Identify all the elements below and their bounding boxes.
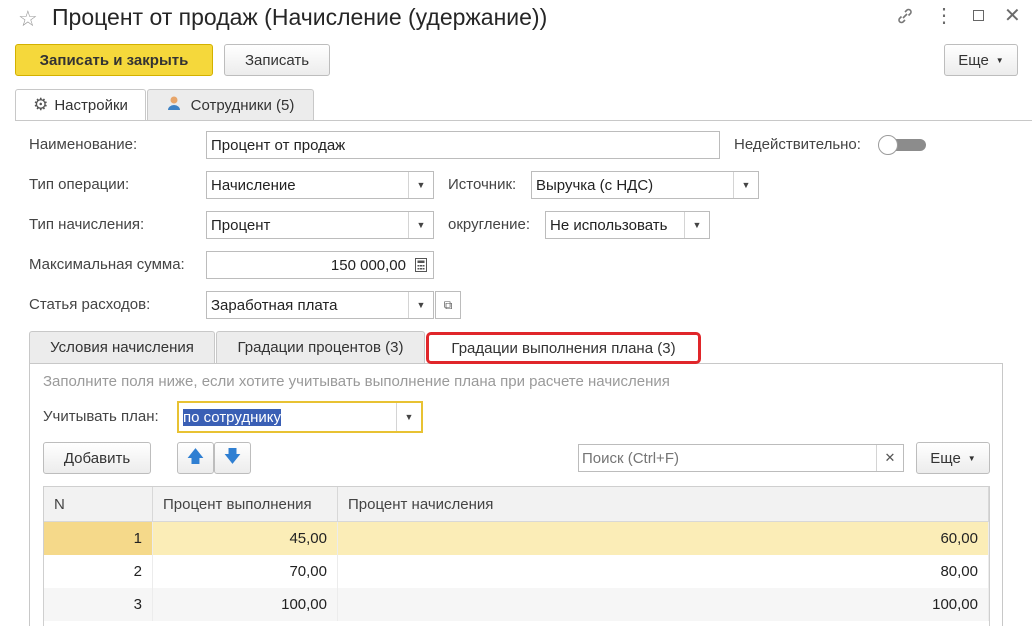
dropdown-arrow-icon[interactable]: ▼ — [396, 403, 421, 431]
max-sum-label: Максимальная сумма: — [29, 256, 185, 273]
expense-select[interactable]: Заработная плата ▼ — [206, 291, 434, 319]
toggle-knob — [878, 135, 898, 155]
more-button[interactable]: Еще ▼ — [944, 44, 1018, 76]
completion-cell[interactable]: 100,00 — [152, 588, 338, 621]
main-tabs-line — [15, 120, 1032, 121]
tab-conditions[interactable]: Условия начисления — [29, 331, 215, 363]
source-value: Выручка (с НДС) — [536, 176, 654, 194]
more-icon[interactable]: ⋮ — [934, 3, 954, 28]
tab-employees[interactable]: Сотрудники (5) — [147, 89, 314, 120]
open-icon[interactable]: ⧉ — [435, 291, 461, 319]
add-button[interactable]: Добавить — [43, 442, 151, 474]
clear-icon[interactable]: ✕ — [876, 445, 903, 471]
dropdown-arrow-icon[interactable]: ▼ — [684, 212, 709, 238]
chevron-down-icon: ▼ — [967, 453, 976, 463]
op-type-label: Тип операции: — [29, 176, 130, 193]
tab-percent-grades[interactable]: Градации процентов (3) — [216, 331, 425, 363]
completion-cell[interactable]: 70,00 — [152, 555, 338, 588]
person-icon — [167, 95, 181, 115]
name-field[interactable]: Процент от продаж — [206, 131, 720, 159]
name-value: Процент от продаж — [211, 136, 346, 154]
rounding-value: Не использовать — [550, 216, 668, 234]
arrow-down-icon: 🡇 — [223, 446, 242, 466]
table-more-button[interactable]: Еще ▼ — [916, 442, 990, 474]
tab-plan-grades[interactable]: Градации выполнения плана (3) — [426, 332, 701, 364]
maximize-icon[interactable] — [973, 10, 984, 21]
row-number: 3 — [44, 588, 153, 621]
accrual-cell[interactable]: 60,00 — [337, 521, 989, 555]
completion-cell[interactable]: 45,00 — [152, 521, 338, 555]
table-more-label: Еще — [930, 449, 961, 467]
chevron-down-icon: ▼ — [995, 55, 1004, 65]
dropdown-arrow-icon[interactable]: ▼ — [733, 172, 758, 198]
tab-settings[interactable]: ⚙ Настройки — [15, 89, 146, 120]
max-sum-field[interactable]: 150 000,00 — [206, 251, 434, 279]
row-number: 1 — [44, 521, 153, 555]
accrual-cell[interactable]: 100,00 — [337, 588, 989, 621]
more-button-label: Еще — [958, 51, 989, 69]
search-input[interactable]: ✕ — [578, 444, 904, 472]
gear-icon: ⚙ — [33, 95, 49, 114]
accrual-cell[interactable]: 80,00 — [337, 555, 989, 588]
move-up-button[interactable]: 🡅 — [177, 442, 214, 474]
invalid-toggle[interactable] — [878, 135, 928, 155]
source-label: Источник: — [448, 176, 517, 193]
dropdown-arrow-icon[interactable]: ▼ — [408, 212, 433, 238]
tab-employees-label: Сотрудники (5) — [190, 96, 295, 114]
tab-settings-label: Настройки — [54, 96, 128, 114]
consider-plan-select[interactable]: по сотруднику ▼ — [177, 401, 423, 433]
table-header: N Процент выполнения Процент начисления — [44, 487, 989, 522]
search-input-box[interactable] — [579, 448, 876, 468]
charge-type-value: Процент — [211, 216, 271, 234]
window-title: Процент от продаж (Начисление (удержание… — [52, 4, 548, 30]
column-header-accrual[interactable]: Процент начисления — [337, 487, 989, 522]
dropdown-arrow-icon[interactable]: ▼ — [408, 172, 433, 198]
expense-value: Заработная плата — [211, 296, 338, 314]
expense-label: Статья расходов: — [29, 296, 151, 313]
move-down-button[interactable]: 🡇 — [214, 442, 251, 474]
table-row[interactable]: 2 70,00 80,00 — [44, 555, 989, 588]
link-icon[interactable] — [895, 6, 915, 31]
rounding-label: округление: — [448, 216, 530, 233]
close-icon[interactable]: ✕ — [1004, 3, 1021, 28]
op-type-value: Начисление — [211, 176, 296, 194]
op-type-select[interactable]: Начисление ▼ — [206, 171, 434, 199]
max-sum-value: 150 000,00 — [330, 256, 406, 274]
dropdown-arrow-icon[interactable]: ▼ — [408, 292, 433, 318]
charge-type-label: Тип начисления: — [29, 216, 145, 233]
save-button[interactable]: Записать — [224, 44, 330, 76]
table-row[interactable]: 3 100,00 100,00 — [44, 588, 989, 621]
consider-plan-value: по сотруднику — [183, 408, 282, 426]
grades-table: N Процент выполнения Процент начисления … — [43, 486, 990, 626]
consider-plan-label: Учитывать план: — [43, 408, 159, 425]
name-label: Наименование: — [29, 136, 138, 153]
save-and-close-button[interactable]: Записать и закрыть — [15, 44, 213, 76]
table-row[interactable]: 1 45,00 60,00 — [44, 521, 989, 555]
arrow-up-icon: 🡅 — [186, 446, 205, 466]
column-header-n[interactable]: N — [44, 487, 153, 522]
invalid-label: Недействительно: — [734, 136, 861, 153]
calculator-icon[interactable] — [409, 258, 433, 272]
star-icon[interactable]: ☆ — [18, 6, 38, 32]
source-select[interactable]: Выручка (с НДС) ▼ — [531, 171, 759, 199]
rounding-select[interactable]: Не использовать ▼ — [545, 211, 710, 239]
row-number: 2 — [44, 555, 153, 588]
plan-hint: Заполните поля ниже, если хотите учитыва… — [43, 373, 670, 390]
column-header-completion[interactable]: Процент выполнения — [152, 487, 338, 522]
charge-type-select[interactable]: Процент ▼ — [206, 211, 434, 239]
